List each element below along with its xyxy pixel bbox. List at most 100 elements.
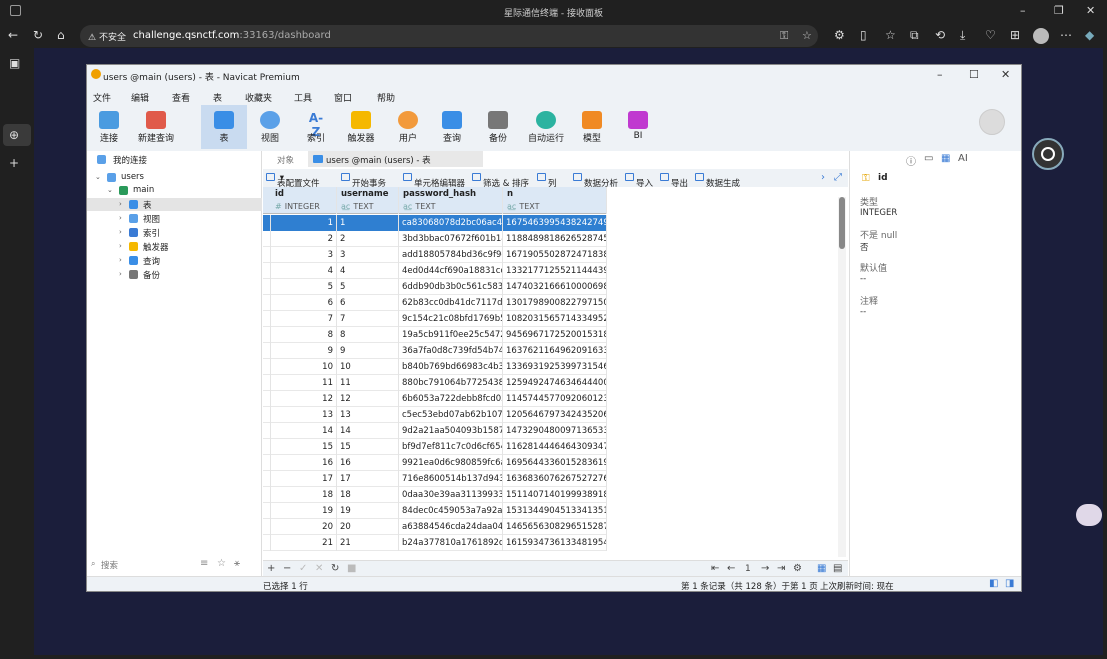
tree-item-backups[interactable]: › 备份: [87, 268, 262, 281]
grid-view-icon[interactable]: ▦: [817, 563, 826, 574]
cell-password-hash[interactable]: b840b769bd66983c4b3e: [399, 359, 503, 375]
chevron-right-icon[interactable]: ›: [119, 228, 122, 236]
table-row[interactable]: 10 10 b840b769bd66983c4b3e 1336931925399731…: [263, 359, 607, 375]
cell-id[interactable]: 4: [271, 263, 337, 279]
row-marker[interactable]: [263, 295, 271, 311]
tree-item-tables[interactable]: › 表: [87, 198, 262, 211]
cell-id[interactable]: 2: [271, 231, 337, 247]
first-page-icon[interactable]: ⇤: [711, 563, 719, 574]
table-row[interactable]: 4 4 4ed0d44cf690a18831cc5 13321771255211444…: [263, 263, 607, 279]
prev-page-icon[interactable]: ←: [727, 563, 735, 574]
row-marker[interactable]: [263, 439, 271, 455]
split-screen-icon[interactable]: ▯: [860, 28, 867, 42]
chevron-down-icon[interactable]: ⌄: [107, 186, 113, 194]
cell-id[interactable]: 8: [271, 327, 337, 343]
table-row[interactable]: 21 21 b24a377810a1761892c1 1615934736133481…: [263, 535, 607, 551]
row-marker[interactable]: [263, 247, 271, 263]
row-marker[interactable]: [263, 471, 271, 487]
cell-n[interactable]: 14732904800971365333: [503, 423, 607, 439]
table-row[interactable]: 12 12 6b6053a722debb8fcd03 1145744577092060…: [263, 391, 607, 407]
row-marker[interactable]: [263, 279, 271, 295]
cell-username[interactable]: 13: [337, 407, 399, 423]
cell-username[interactable]: 7: [337, 311, 399, 327]
row-marker[interactable]: [263, 359, 271, 375]
download-icon[interactable]: ⤓: [960, 28, 965, 43]
row-marker[interactable]: [263, 391, 271, 407]
new-tab-icon[interactable]: +: [9, 156, 19, 170]
tree-item-views[interactable]: › 视图: [87, 212, 262, 225]
cell-password-hash[interactable]: ca83068078d2bc06ac4c0: [399, 215, 503, 231]
globe-icon[interactable]: ⊕: [9, 128, 19, 142]
tab-users-table[interactable]: users @main (users) - 表: [308, 151, 483, 167]
cell-username[interactable]: 20: [337, 519, 399, 535]
columns-button[interactable]: 列: [537, 173, 557, 189]
table-row[interactable]: 16 16 9921ea0d6c980859fc6ab 169564433601528…: [263, 455, 607, 471]
layout-right-icon[interactable]: ◨: [1005, 578, 1014, 589]
table-row[interactable]: 6 6 62b83cc0db41dc7117d5 130179890082279715…: [263, 295, 607, 311]
tree-search[interactable]: ⌕ 搜索 ≡ ☆ ⚹: [87, 557, 262, 573]
star-filter-icon[interactable]: ☆: [217, 558, 226, 569]
cell-password-hash[interactable]: 9c154c21c08bfd1769b5: [399, 311, 503, 327]
cell-n[interactable]: 13369319253997315468: [503, 359, 607, 375]
table-row[interactable]: 19 19 84dec0c459053a7a92a1a 153134490451334…: [263, 503, 607, 519]
cell-n[interactable]: 16376211649620916332: [503, 343, 607, 359]
row-marker[interactable]: [263, 519, 271, 535]
app-maximize-icon[interactable]: ☐: [969, 68, 979, 81]
cell-password-hash[interactable]: bf9d7ef811c7c0d6cf6541: [399, 439, 503, 455]
next-page-icon[interactable]: →: [761, 563, 769, 574]
menu-tools[interactable]: 工具: [294, 91, 312, 104]
clear-filter-icon[interactable]: ⚹: [234, 558, 240, 569]
my-connections-header[interactable]: 我的连接: [87, 153, 262, 166]
cell-id[interactable]: 16: [271, 455, 337, 471]
cell-n[interactable]: 11884898186265287458: [503, 231, 607, 247]
cell-n[interactable]: 16719055028724718385: [503, 247, 607, 263]
row-marker[interactable]: [263, 263, 271, 279]
cell-id[interactable]: 12: [271, 391, 337, 407]
restore-icon[interactable]: ❐: [1054, 4, 1064, 17]
row-marker[interactable]: [263, 423, 271, 439]
close-icon[interactable]: ✕: [1086, 4, 1095, 17]
model-button[interactable]: 模型: [577, 105, 607, 149]
cell-password-hash[interactable]: 9d2a21aa504093b15876: [399, 423, 503, 439]
automation-button[interactable]: 自动运行: [525, 105, 567, 149]
cell-n[interactable]: 16754639954382427493: [503, 215, 607, 231]
filter-icon[interactable]: ≡: [200, 558, 208, 569]
cell-n[interactable]: 14740321666100006983: [503, 279, 607, 295]
favorite-star-icon[interactable]: ☆: [802, 29, 812, 42]
cell-username[interactable]: 18: [337, 487, 399, 503]
new-query-button[interactable]: 新建查询: [135, 105, 177, 149]
cell-username[interactable]: 11: [337, 375, 399, 391]
row-marker[interactable]: [263, 215, 271, 231]
app-close-icon[interactable]: ✕: [1001, 68, 1010, 81]
tree-schema-main[interactable]: ⌄ main: [87, 184, 262, 197]
cell-username[interactable]: 2: [337, 231, 399, 247]
data-analysis-button[interactable]: 数据分析: [573, 173, 618, 189]
cell-password-hash[interactable]: 9921ea0d6c980859fc6ab: [399, 455, 503, 471]
refresh-icon[interactable]: ↻: [33, 28, 43, 42]
cell-n[interactable]: 11628144464643093477: [503, 439, 607, 455]
cell-password-hash[interactable]: c5ec53ebd07ab62b107b: [399, 407, 503, 423]
cell-n[interactable]: 94569671725200153189: [503, 327, 607, 343]
table-row[interactable]: 11 11 880bc791064b7725438a 1259492474634644…: [263, 375, 607, 391]
table-row[interactable]: 20 20 a63884546cda24daa047l 146565630829651…: [263, 519, 607, 535]
query-button[interactable]: 查询: [437, 105, 467, 149]
cell-n[interactable]: 14656563082965152876: [503, 519, 607, 535]
connect-button[interactable]: 连接: [93, 105, 125, 149]
cell-n[interactable]: 11457445770920601234: [503, 391, 607, 407]
table-row[interactable]: 18 18 0daa30e39aa311399332 1511407140199938…: [263, 487, 607, 503]
begin-transaction-button[interactable]: 开始事务: [341, 173, 386, 189]
cell-username[interactable]: 8: [337, 327, 399, 343]
cell-username[interactable]: 4: [337, 263, 399, 279]
favorites-icon[interactable]: ☆: [885, 28, 896, 42]
cell-id[interactable]: 5: [271, 279, 337, 295]
home-icon[interactable]: ⌂: [57, 28, 65, 42]
form-view-icon[interactable]: ▤: [833, 563, 842, 574]
column-header-id[interactable]: id # INTEGER: [271, 187, 337, 214]
cell-username[interactable]: 21: [337, 535, 399, 551]
cell-id[interactable]: 21: [271, 535, 337, 551]
chevron-right-icon[interactable]: ›: [119, 270, 122, 278]
menu-favorites[interactable]: 收藏夹: [245, 91, 272, 104]
table-row[interactable]: 9 9 36a7fa0d8c739fd54b74c 16376211649620916…: [263, 343, 607, 359]
vertical-scrollbar[interactable]: [838, 197, 846, 557]
table-row[interactable]: 5 5 6ddb90db3b0c561c5838 147403216661000069…: [263, 279, 607, 295]
